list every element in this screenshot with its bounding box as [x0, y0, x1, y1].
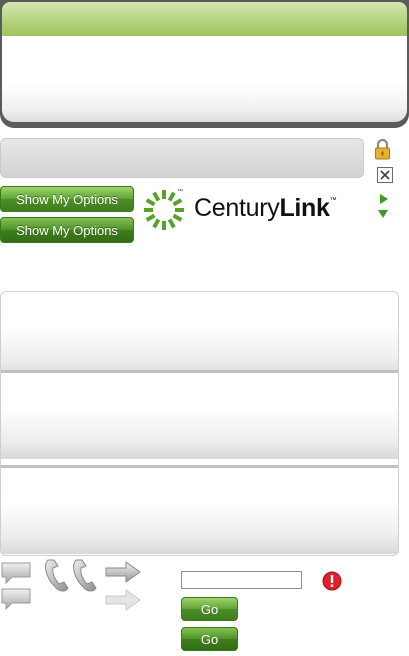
header-green-bar: [2, 2, 407, 36]
go-button[interactable]: Go: [181, 597, 238, 621]
header-content-area: [2, 36, 407, 122]
forward-arrow-icon[interactable]: [104, 560, 142, 614]
address-bar[interactable]: [0, 138, 364, 178]
show-options-button-active[interactable]: Show My Options: [0, 217, 134, 243]
list-item[interactable]: [1, 373, 398, 459]
list-item[interactable]: [1, 468, 398, 554]
go-button-active[interactable]: Go: [181, 627, 238, 651]
lock-icon: [375, 138, 390, 160]
chat-bubble-icon[interactable]: [0, 561, 32, 613]
logo-mark-trademark: ™: [177, 188, 183, 195]
play-right-icon[interactable]: [379, 193, 389, 205]
search-input[interactable]: [181, 571, 302, 589]
show-options-button[interactable]: Show My Options: [0, 186, 134, 212]
brand-wordmark: CenturyLink™: [194, 194, 337, 223]
list-item[interactable]: [1, 292, 398, 378]
play-down-icon[interactable]: [377, 209, 389, 219]
close-icon: [380, 170, 390, 180]
content-list: [0, 291, 399, 556]
centurylink-logo-mark: ™: [144, 188, 184, 230]
brand-name-bold: Link: [279, 194, 330, 222]
phone-icon[interactable]: [42, 558, 98, 594]
close-button[interactable]: [377, 167, 393, 183]
brand-name-regular: Century: [194, 194, 280, 222]
brand-trademark: ™: [329, 197, 337, 204]
alert-icon: [322, 571, 342, 591]
